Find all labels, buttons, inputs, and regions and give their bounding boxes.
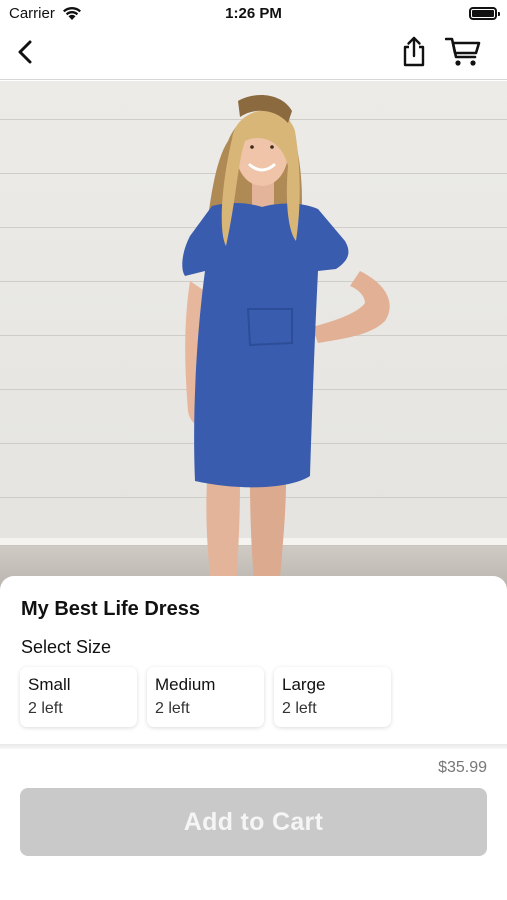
add-to-cart-button[interactable]: Add to Cart (20, 788, 487, 856)
size-name: Medium (155, 675, 216, 694)
size-heading: Select Size (21, 637, 112, 657)
share-icon (403, 36, 425, 67)
back-button[interactable] (10, 36, 40, 68)
cart-button[interactable] (443, 34, 483, 70)
size-name: Large (282, 675, 326, 694)
navigation-bar (0, 28, 507, 80)
size-option-small[interactable]: Small 2 left (20, 667, 137, 727)
size-stock: 2 left (282, 700, 317, 717)
size-option-large[interactable]: Large 2 left (274, 667, 391, 727)
size-stock: 2 left (155, 700, 190, 717)
product-title: My Best Life Dress (21, 598, 200, 620)
shopping-cart-icon (445, 37, 481, 66)
divider (0, 744, 507, 749)
product-price: $35.99 (438, 759, 487, 776)
chevron-left-icon (18, 40, 32, 64)
add-to-cart-label: Add to Cart (183, 807, 324, 836)
size-stock: 2 left (28, 700, 63, 717)
model-figure (182, 95, 390, 591)
share-button[interactable] (398, 34, 430, 70)
size-options: Small 2 left Medium 2 left Large 2 left (20, 667, 391, 727)
size-option-medium[interactable]: Medium 2 left (147, 667, 264, 727)
size-name: Small (28, 675, 71, 694)
product-image (0, 81, 507, 591)
status-bar: Carrier 1:26 PM (0, 0, 507, 28)
product-details-sheet: My Best Life Dress Select Size Small 2 l… (0, 576, 507, 900)
battery-icon (469, 7, 500, 20)
clock: 1:26 PM (225, 5, 282, 22)
